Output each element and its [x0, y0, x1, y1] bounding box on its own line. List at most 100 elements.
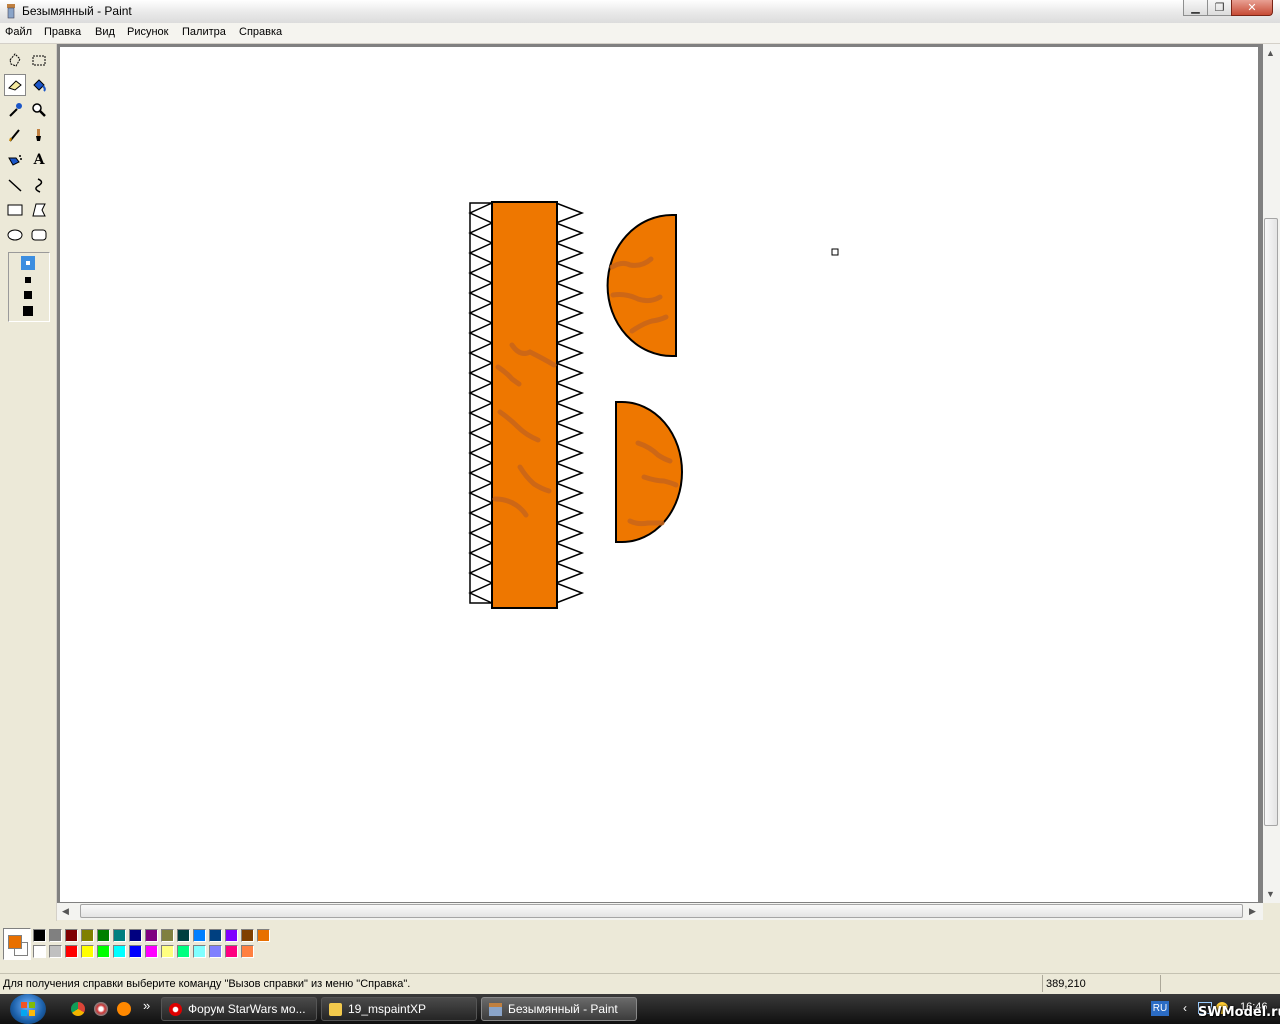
tool-ellipse[interactable] [4, 224, 26, 246]
drawing-canvas[interactable] [60, 47, 1258, 902]
polygon-icon [32, 203, 46, 217]
tool-fill[interactable] [28, 74, 50, 96]
palette-swatch[interactable] [161, 945, 174, 958]
start-button[interactable] [10, 994, 46, 1024]
palette-swatch[interactable] [65, 945, 78, 958]
eraser-icon [8, 80, 22, 91]
task-folder[interactable]: 19_mspaintXP [321, 997, 477, 1021]
quicklaunch-more-icon[interactable]: » [143, 998, 150, 1013]
foreground-color[interactable] [8, 935, 22, 949]
palette-swatch[interactable] [225, 945, 238, 958]
tool-eraser[interactable] [4, 74, 26, 96]
eraser-size-xlarge[interactable] [23, 306, 33, 316]
tool-options [8, 252, 50, 322]
tool-brush[interactable] [28, 124, 50, 146]
palette-swatch[interactable] [241, 929, 254, 942]
eraser-size-small-selected[interactable] [21, 256, 35, 270]
color-picker-icon [9, 103, 22, 117]
menu-help[interactable]: Справка [239, 26, 282, 38]
mail-quicklaunch-icon[interactable] [117, 1002, 131, 1016]
tool-polygon[interactable] [28, 199, 50, 221]
right-teeth [553, 202, 585, 604]
title-bar[interactable] [0, 0, 1280, 24]
palette-swatch[interactable] [33, 929, 46, 942]
rect-select-icon [32, 55, 46, 66]
status-help-text: Для получения справки выберите команду "… [3, 978, 411, 990]
text-icon: A [33, 152, 45, 168]
palette-swatch[interactable] [97, 945, 110, 958]
scroll-up-icon[interactable]: ▲ [1266, 48, 1275, 58]
horizontal-scroll-thumb[interactable] [80, 904, 1243, 918]
tool-airbrush[interactable] [4, 149, 26, 171]
tool-free-select[interactable] [4, 49, 26, 71]
palette-swatch[interactable] [49, 945, 62, 958]
palette-swatch[interactable] [97, 929, 110, 942]
tool-line[interactable] [4, 174, 26, 196]
window-title: Безымянный - Paint [22, 4, 132, 18]
menu-palette[interactable]: Палитра [182, 26, 226, 38]
palette-swatch[interactable] [145, 929, 158, 942]
palette-swatch[interactable] [161, 929, 174, 942]
palette-swatch[interactable] [49, 929, 62, 942]
toolbox: A [0, 44, 57, 921]
menu-image[interactable]: Рисунок [127, 26, 169, 38]
palette-swatch[interactable] [145, 945, 158, 958]
palette-swatch[interactable] [113, 945, 126, 958]
menu-file[interactable]: Файл [5, 26, 32, 38]
palette-swatch[interactable] [225, 929, 238, 942]
pencil-icon [9, 129, 20, 142]
palette-swatch[interactable] [81, 929, 94, 942]
current-colors[interactable] [3, 928, 31, 960]
maximize-button[interactable]: ❐ [1207, 0, 1232, 16]
menu-view[interactable]: Вид [95, 26, 115, 38]
palette-swatch[interactable] [193, 929, 206, 942]
palette-swatch[interactable] [81, 945, 94, 958]
eraser-size-medium[interactable] [25, 277, 31, 283]
palette-swatch[interactable] [193, 945, 206, 958]
tray-expand-icon[interactable]: ‹ [1183, 1001, 1187, 1015]
vertical-scroll-thumb[interactable] [1264, 218, 1278, 826]
task-label: Безымянный - Paint [508, 1002, 618, 1016]
tool-rectangle[interactable] [4, 199, 26, 221]
chrome-quicklaunch-icon[interactable] [71, 1002, 85, 1016]
palette-swatch[interactable] [209, 945, 222, 958]
palette-swatch[interactable] [241, 945, 254, 958]
menu-edit[interactable]: Правка [44, 26, 81, 38]
scroll-left-icon[interactable]: ◀ [62, 906, 69, 917]
magnifier-icon [32, 103, 46, 117]
paint-app-icon [7, 4, 15, 19]
tool-rect-select[interactable] [28, 49, 50, 71]
task-opera-forum[interactable]: Форум StarWars мо... [161, 997, 317, 1021]
scroll-down-icon[interactable]: ▼ [1266, 889, 1275, 899]
palette-swatch[interactable] [177, 945, 190, 958]
scroll-right-icon[interactable]: ▶ [1249, 906, 1256, 917]
status-size-panel [1160, 975, 1279, 992]
palette-swatch[interactable] [113, 929, 126, 942]
tool-color-picker[interactable] [4, 99, 26, 121]
paint-icon [489, 1003, 502, 1016]
browser-quicklaunch-icon[interactable] [94, 1002, 108, 1016]
task-paint[interactable]: Безымянный - Paint [481, 997, 637, 1021]
tool-text[interactable]: A [28, 149, 50, 171]
palette-swatch[interactable] [129, 929, 142, 942]
color-palette [0, 921, 1280, 971]
palette-swatch[interactable] [177, 929, 190, 942]
task-label: Форум StarWars мо... [188, 1002, 306, 1016]
brush-icon [36, 129, 41, 141]
tool-rounded-rect[interactable] [28, 224, 50, 246]
tool-magnifier[interactable] [28, 99, 50, 121]
left-teeth [468, 202, 494, 604]
language-indicator[interactable]: RU [1151, 1001, 1169, 1016]
palette-swatch[interactable] [209, 929, 222, 942]
minimize-button[interactable]: ▁ [1183, 0, 1208, 16]
eraser-cursor [831, 248, 839, 256]
eraser-size-large[interactable] [24, 291, 32, 299]
palette-swatch[interactable] [257, 929, 270, 942]
palette-swatch[interactable] [65, 929, 78, 942]
close-button[interactable]: ✕ [1231, 0, 1273, 16]
palette-swatch[interactable] [33, 945, 46, 958]
folder-icon [329, 1003, 342, 1016]
tool-pencil[interactable] [4, 124, 26, 146]
tool-curve[interactable] [28, 174, 50, 196]
palette-swatch[interactable] [129, 945, 142, 958]
